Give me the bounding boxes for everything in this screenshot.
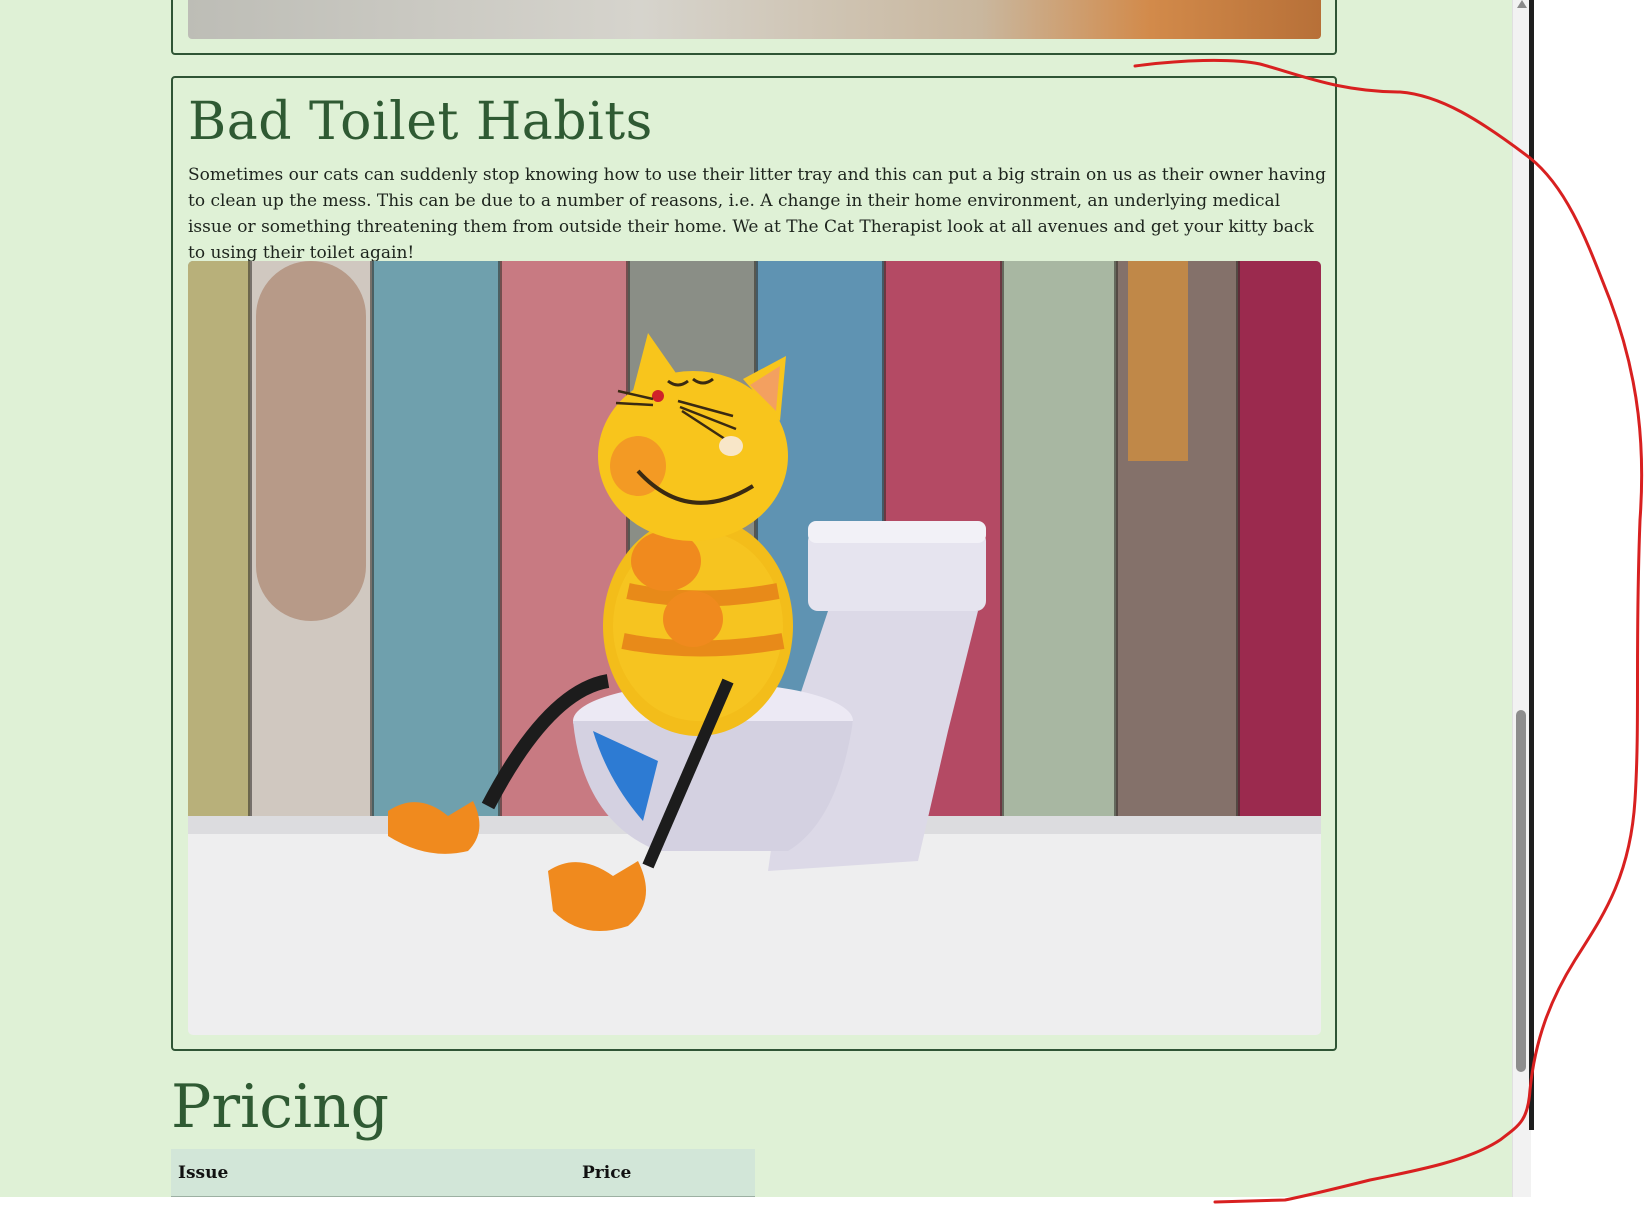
issue-column-header: Issue <box>171 1149 575 1197</box>
section-description: Sometimes our cats can suddenly stop kno… <box>188 165 1326 263</box>
cat-on-toilet-photo <box>188 261 1321 1035</box>
pricing-table: Issue Price <box>171 1149 755 1197</box>
price-column-header: Price <box>575 1149 755 1197</box>
pricing-heading: Pricing <box>171 1072 390 1142</box>
section-title: Bad Toilet Habits <box>188 92 653 152</box>
previous-section-card <box>171 0 1337 55</box>
pricing-table-header-row: Issue Price <box>171 1149 755 1197</box>
window-edge <box>1529 0 1534 1130</box>
scrollbar-thumb[interactable] <box>1516 710 1526 1072</box>
page-viewport: Bad Toilet Habits Sometimes our cats can… <box>0 0 1512 1197</box>
scroll-up-arrow-icon[interactable] <box>1517 0 1527 8</box>
previous-section-image <box>188 0 1321 39</box>
bad-toilet-habits-card: Bad Toilet Habits Sometimes our cats can… <box>171 76 1337 1051</box>
